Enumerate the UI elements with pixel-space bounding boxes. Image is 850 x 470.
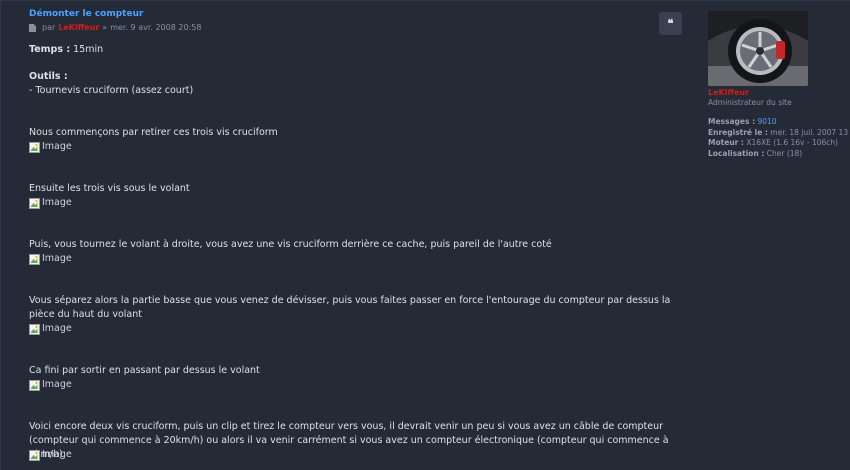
profile-engine: Moteur : X16XE (1.6 16v - 106ch)	[708, 138, 848, 149]
date-separator: »	[102, 23, 108, 32]
image-placeholder: Image	[29, 140, 72, 154]
author-profile: LeKiffeur Administrateur du site Message…	[708, 11, 848, 159]
quote-icon: ❝	[667, 17, 674, 30]
profile-location: Localisation : Cher (18)	[708, 149, 848, 160]
outils-label: Outils :	[29, 71, 68, 82]
image-alt-text: Image	[42, 379, 72, 390]
location-label: Localisation :	[708, 148, 765, 158]
quote-button[interactable]: ❝	[659, 12, 682, 35]
engine-value: X16XE (1.6 16v - 106ch)	[746, 138, 839, 147]
profile-registered: Enregistré le : mer. 18 juil. 2007 13	[708, 128, 848, 139]
image-placeholder: Image	[29, 378, 72, 392]
post-icon	[29, 23, 36, 32]
forum-post: Démonter le compteur par LeKiffeur » mer…	[0, 0, 850, 470]
by-prefix: par	[42, 23, 56, 32]
image-alt-text: Image	[42, 449, 72, 460]
broken-image-icon	[29, 323, 40, 335]
step-text: Voici encore deux vis cruciform, puis un…	[29, 421, 669, 460]
messages-label: Messages :	[708, 117, 756, 126]
registered-label: Enregistré le :	[708, 127, 768, 137]
post-meta: par LeKiffeur » mer. 9 avr. 2008 20:58	[29, 23, 201, 32]
profile-details: Messages : 9010 Enregistré le : mer. 18 …	[708, 117, 848, 159]
messages-count-link[interactable]: 9010	[757, 117, 776, 126]
post-title-link[interactable]: Démonter le compteur	[29, 9, 143, 19]
engine-label: Moteur :	[708, 138, 744, 147]
temps-value: 15min	[70, 44, 104, 55]
profile-messages: Messages : 9010	[708, 117, 848, 128]
step-text: Ensuite les trois vis sous le volant	[29, 183, 190, 194]
image-alt-text: Image	[42, 141, 72, 152]
step-text: Vous séparez alors la partie basse que v…	[29, 295, 671, 320]
image-alt-text: Image	[42, 197, 72, 208]
image-alt-text: Image	[42, 323, 72, 334]
temps-label: Temps :	[29, 44, 71, 55]
step-text: Nous commençons par retirer ces trois vi…	[29, 127, 278, 138]
registered-value: mer. 18 juil. 2007 13	[770, 127, 849, 137]
broken-image-icon	[29, 253, 40, 265]
image-placeholder: Image	[29, 322, 72, 336]
temps-line: Temps : 15min	[29, 43, 103, 57]
broken-image-icon	[29, 449, 40, 461]
author-link[interactable]: LeKiffeur	[58, 23, 99, 32]
step-text: Ca fini par sortir en passant par dessus…	[29, 365, 260, 376]
broken-image-icon	[29, 379, 40, 391]
image-placeholder: Image	[29, 252, 72, 266]
profile-username[interactable]: LeKiffeur	[708, 88, 848, 97]
image-placeholder: Image	[29, 196, 72, 210]
post-date: mer. 9 avr. 2008 20:58	[110, 23, 202, 32]
image-alt-text: Image	[42, 253, 72, 264]
avatar[interactable]	[708, 11, 808, 86]
image-placeholder: Image	[29, 448, 72, 462]
profile-rank: Administrateur du site	[708, 98, 792, 107]
location-value: Cher (18)	[766, 148, 803, 158]
broken-image-icon	[29, 197, 40, 209]
broken-image-icon	[29, 141, 40, 153]
outils-item: - Tournevis cruciform (assez court)	[29, 85, 194, 96]
step-text: Puis, vous tournez le volant à droite, v…	[29, 239, 552, 250]
